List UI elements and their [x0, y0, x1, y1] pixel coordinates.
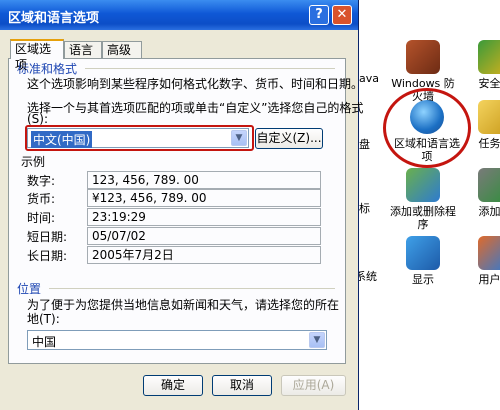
ok-button[interactable]: 确定 [143, 375, 203, 396]
partial-label-disk: 盘 [359, 138, 370, 151]
customize-button[interactable]: 自定义(Z)... [255, 128, 323, 149]
location-description-cont: 地(T): [27, 312, 60, 326]
help-button[interactable]: ? [309, 5, 329, 25]
highlight-circle [383, 88, 471, 168]
add-hardware-icon [478, 168, 500, 202]
sample-currency-field: ¥123, 456, 789. 00 [87, 189, 321, 207]
chevron-down-icon[interactable]: ▼ [309, 332, 325, 348]
cp-item-add-remove-programs[interactable]: 添加或删除程序 [388, 168, 458, 231]
tab-regional-options[interactable]: 区域选项 [10, 39, 64, 72]
cp-item-security-center[interactable]: 安全中 [460, 40, 500, 90]
cp-item-display[interactable]: 显示 [388, 236, 458, 286]
add-remove-programs-icon [406, 168, 440, 202]
sample-time-field: 23:19:29 [87, 208, 321, 226]
tab-languages[interactable]: 语言 [64, 41, 102, 58]
highlight-box [25, 125, 254, 151]
standards-instruction: 选择一个与其首选项匹配的项或单击“自定义”选择您自己的格式 [27, 101, 364, 115]
title-bar[interactable]: 区域和语言选项 ? ✕ [0, 0, 358, 30]
location-group-label: 位置 [17, 280, 45, 297]
cp-item-user-accounts[interactable]: 用户帐 [460, 236, 500, 286]
close-button[interactable]: ✕ [332, 5, 352, 25]
sample-label-number: 数字: [27, 174, 56, 188]
sample-label-time: 时间: [27, 211, 56, 225]
apply-button[interactable]: 应用(A) [281, 375, 346, 396]
sample-number-field: 123, 456, 789. 00 [87, 171, 321, 189]
firewall-icon [406, 40, 440, 74]
sample-label-short-date: 短日期: [27, 230, 68, 244]
sample-short-date-field: 05/07/02 [87, 227, 321, 245]
user-accounts-icon [478, 236, 500, 270]
sample-label-currency: 货币: [27, 192, 56, 206]
cancel-button[interactable]: 取消 [212, 375, 272, 396]
location-dropdown[interactable]: 中国 ▼ [27, 330, 327, 350]
scheduled-tasks-icon [478, 100, 500, 134]
tab-panel: 标准和格式 这个选项影响到某些程序如何格式化数字、货币、时间和日期。 选择一个与… [8, 58, 363, 364]
sample-label-long-date: 长日期: [27, 249, 68, 263]
cp-item-add-hardware[interactable]: 添加硬 [460, 168, 500, 218]
location-group-divider [49, 288, 335, 289]
location-selected-value: 中国 [32, 335, 57, 349]
tab-advanced[interactable]: 高级 [102, 41, 142, 58]
security-center-icon [478, 40, 500, 74]
display-icon [406, 236, 440, 270]
location-description: 为了便于为您提供当地信息如新闻和天气，请选择您的所在 [27, 298, 340, 312]
standards-instruction-cont: (S): [27, 112, 49, 126]
samples-heading: 示例 [21, 155, 46, 169]
sample-long-date-field: 2005年7月2日 [87, 246, 321, 264]
regional-language-dialog: 区域和语言选项 ? ✕ 区域选项 语言 高级 标准和格式 这个选项影响到某些程序… [0, 0, 363, 410]
partial-label-mouse: 标 [359, 202, 370, 215]
group-divider [85, 68, 335, 69]
dialog-title: 区域和语言选项 [8, 11, 100, 26]
standards-description: 这个选项影响到某些程序如何格式化数字、货币、时间和日期。 [27, 77, 364, 91]
